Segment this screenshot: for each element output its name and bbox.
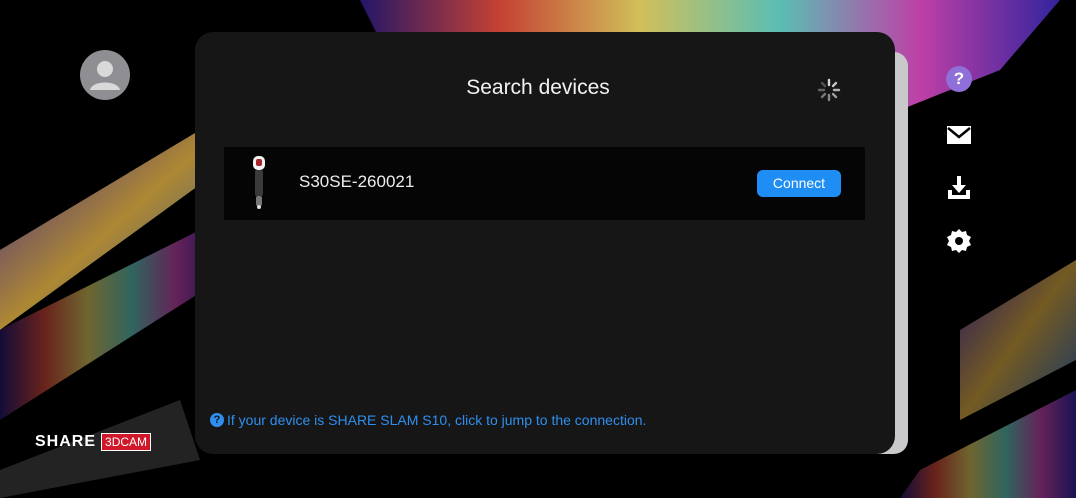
scanner-device-icon: [253, 156, 265, 209]
download-icon[interactable]: [946, 175, 972, 201]
connect-button[interactable]: Connect: [757, 170, 841, 197]
brand-3dcam-badge: 3DCAM: [101, 433, 152, 451]
device-name: S30SE-260021: [299, 172, 415, 191]
dialog-title: Search devices: [466, 76, 610, 99]
brand-share-text: SHARE: [35, 433, 97, 450]
loading-spinner-icon: [817, 78, 841, 102]
hint-text: If your device is SHARE SLAM S10, click …: [227, 412, 647, 428]
mail-icon[interactable]: [946, 122, 972, 148]
settings-icon[interactable]: [946, 228, 972, 254]
brand-logo: SHARE 3DCAM: [35, 433, 152, 451]
help-circle-icon: ?: [210, 413, 224, 427]
help-icon[interactable]: ?: [946, 66, 972, 92]
slam-s10-hint-link[interactable]: ? If your device is SHARE SLAM S10, clic…: [210, 412, 646, 428]
